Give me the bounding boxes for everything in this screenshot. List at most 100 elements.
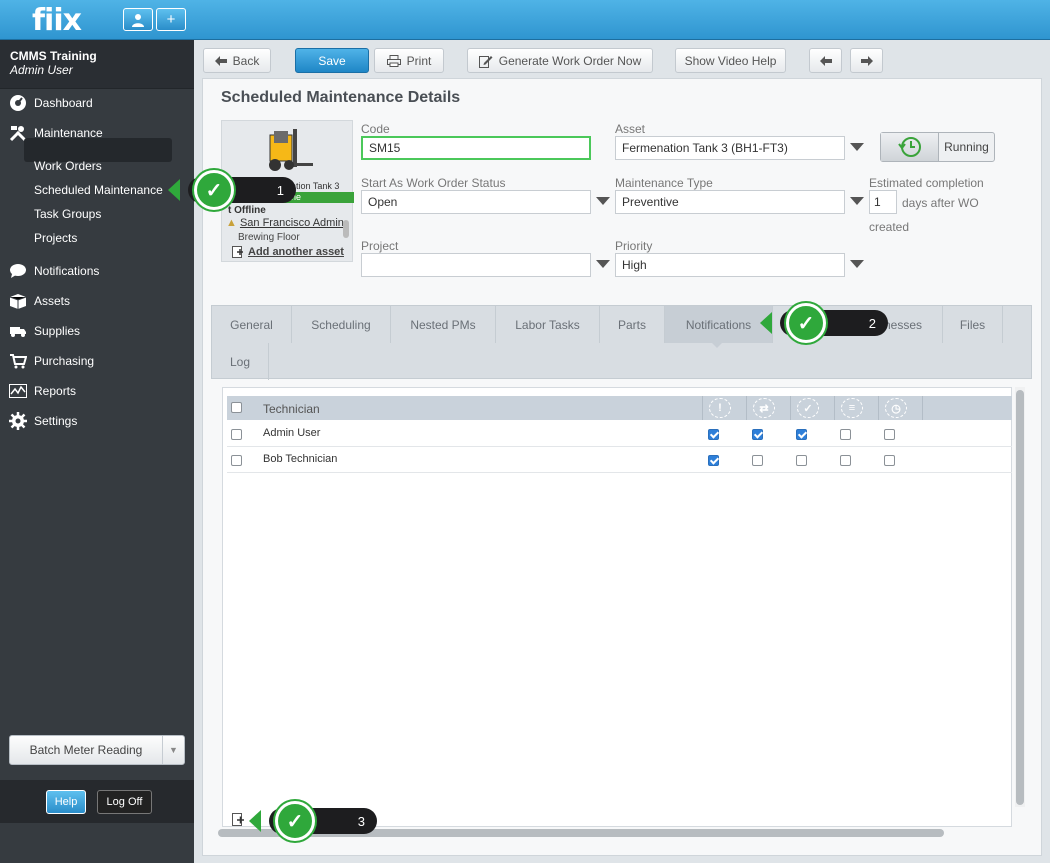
created-text: created — [869, 220, 910, 234]
asset-select[interactable]: Fermenation Tank 3 (BH1-FT3) — [615, 136, 845, 160]
add-another-asset-link[interactable]: Add another asset — [232, 246, 344, 258]
check-icon: ✓ — [786, 303, 826, 343]
nav-notifications[interactable]: Notifications — [8, 260, 99, 282]
arrow-left-icon — [819, 55, 832, 66]
sidebar-item-task-groups[interactable]: Task Groups — [34, 207, 101, 221]
notify-completed-checkbox[interactable] — [796, 455, 807, 466]
user-icon — [132, 13, 144, 27]
save-button[interactable]: Save — [295, 48, 369, 73]
previous-record-button[interactable] — [809, 48, 842, 73]
tab-log[interactable]: Log — [212, 343, 269, 380]
truck-icon — [8, 321, 28, 341]
notify-tasks-checkbox[interactable] — [840, 429, 851, 440]
tab-general[interactable]: General — [212, 306, 292, 343]
forklift-icon — [269, 129, 313, 171]
notify-tasks-checkbox[interactable] — [840, 455, 851, 466]
nav-supplies[interactable]: Supplies — [8, 320, 80, 342]
alert-icon: ! — [709, 398, 731, 418]
edit-document-icon — [478, 55, 493, 68]
grid-vertical-scrollbar[interactable] — [1015, 387, 1025, 807]
list-icon: ≡ — [841, 398, 863, 418]
add-asset-label: Add another asset — [248, 246, 344, 258]
tab-files[interactable]: Files — [943, 306, 1003, 343]
maintenance-type-label: Maintenance Type — [615, 176, 713, 190]
nav-label: Reports — [34, 384, 77, 398]
tab-parts[interactable]: Parts — [600, 306, 665, 343]
nav-dashboard[interactable]: Dashboard — [8, 92, 93, 114]
log-off-button[interactable]: Log Off — [97, 790, 152, 814]
table-row[interactable]: Bob Technician — [227, 447, 1012, 473]
technician-name: Admin User — [263, 427, 321, 439]
generate-work-order-button[interactable]: Generate Work Order Now — [467, 48, 653, 73]
select-all-checkbox[interactable] — [231, 402, 242, 413]
row-checkbox[interactable] — [231, 455, 242, 466]
asset-list-scrollbar[interactable] — [343, 220, 349, 238]
table-row[interactable]: Admin User — [227, 421, 1012, 447]
nav-settings[interactable]: Settings — [8, 410, 77, 432]
chevron-down-icon[interactable]: ▼ — [162, 736, 184, 764]
chevron-down-icon[interactable] — [596, 197, 610, 205]
batch-meter-reading-button[interactable]: Batch Meter Reading ▼ — [9, 735, 185, 765]
running-toggle[interactable]: Running — [880, 132, 995, 162]
project-select[interactable] — [361, 253, 591, 277]
sidebar-item-projects[interactable]: Projects — [34, 231, 77, 245]
nav-label: Purchasing — [34, 354, 95, 368]
running-status-button[interactable] — [881, 133, 939, 161]
help-button[interactable]: Help — [46, 790, 86, 814]
chevron-down-icon[interactable] — [850, 197, 864, 205]
back-button[interactable]: Back — [203, 48, 271, 73]
next-record-button[interactable] — [850, 48, 883, 73]
tab-labor-tasks[interactable]: Labor Tasks — [496, 306, 600, 343]
user-button[interactable] — [123, 8, 153, 31]
nav-assets[interactable]: Assets — [8, 290, 70, 312]
print-button[interactable]: Print — [374, 48, 444, 73]
notify-status-change-checkbox[interactable] — [752, 455, 763, 466]
tab-nested-pms[interactable]: Nested PMs — [391, 306, 496, 343]
chevron-down-icon[interactable] — [850, 143, 864, 151]
priority-select[interactable]: High — [615, 253, 845, 277]
add-document-icon — [232, 813, 244, 826]
chat-icon — [8, 261, 28, 281]
row-checkbox[interactable] — [231, 429, 242, 440]
sidebar-item-work-orders[interactable]: Work Orders — [34, 159, 102, 173]
notify-completed-checkbox[interactable] — [796, 429, 807, 440]
show-video-help-button[interactable]: Show Video Help — [675, 48, 786, 73]
tab-notifications[interactable]: Notifications — [665, 306, 773, 343]
check-icon: ✓ — [797, 398, 819, 418]
location-text: Brewing Floor — [238, 232, 300, 243]
company-header: CMMS Training Admin User — [0, 40, 194, 89]
notify-alert-checkbox[interactable] — [708, 429, 719, 440]
notify-status-change-checkbox[interactable] — [752, 429, 763, 440]
chevron-down-icon[interactable] — [850, 260, 864, 268]
site-link[interactable]: San Francisco Admin — [240, 217, 344, 229]
save-label: Save — [318, 53, 346, 68]
estimated-days-input[interactable]: 1 — [869, 190, 897, 214]
nav-purchasing[interactable]: Purchasing — [8, 350, 94, 372]
fiix-logo[interactable]: fiix — [32, 3, 82, 38]
sidebar-item-scheduled-maintenance[interactable]: Scheduled Maintenance — [34, 183, 163, 197]
video-help-label: Show Video Help — [684, 53, 777, 68]
add-button[interactable]: + — [156, 8, 186, 31]
check-icon: ✓ — [275, 801, 315, 841]
notify-time-checkbox[interactable] — [884, 455, 895, 466]
clock-refresh-icon — [897, 137, 921, 157]
active-tab-pointer — [711, 342, 723, 348]
status-select[interactable]: Open — [361, 190, 591, 214]
notify-time-checkbox[interactable] — [884, 429, 895, 440]
chart-icon — [8, 381, 28, 401]
tab-scheduling[interactable]: Scheduling — [292, 306, 391, 343]
nav-reports[interactable]: Reports — [8, 380, 76, 402]
scroll-thumb[interactable] — [1016, 390, 1024, 805]
cart-icon — [8, 351, 28, 371]
nav-label: Notifications — [34, 264, 100, 278]
add-notification-button[interactable] — [232, 813, 245, 829]
notify-alert-checkbox[interactable] — [708, 455, 719, 466]
chevron-down-icon[interactable] — [596, 260, 610, 268]
code-input[interactable]: SM15 — [361, 136, 591, 160]
maintenance-type-select[interactable]: Preventive — [615, 190, 845, 214]
status-label: Start As Work Order Status — [361, 176, 506, 190]
technician-name: Bob Technician — [263, 453, 338, 465]
user-name: Admin User — [10, 63, 73, 77]
generate-label: Generate Work Order Now — [498, 53, 642, 68]
asset-label: Asset — [615, 122, 646, 136]
